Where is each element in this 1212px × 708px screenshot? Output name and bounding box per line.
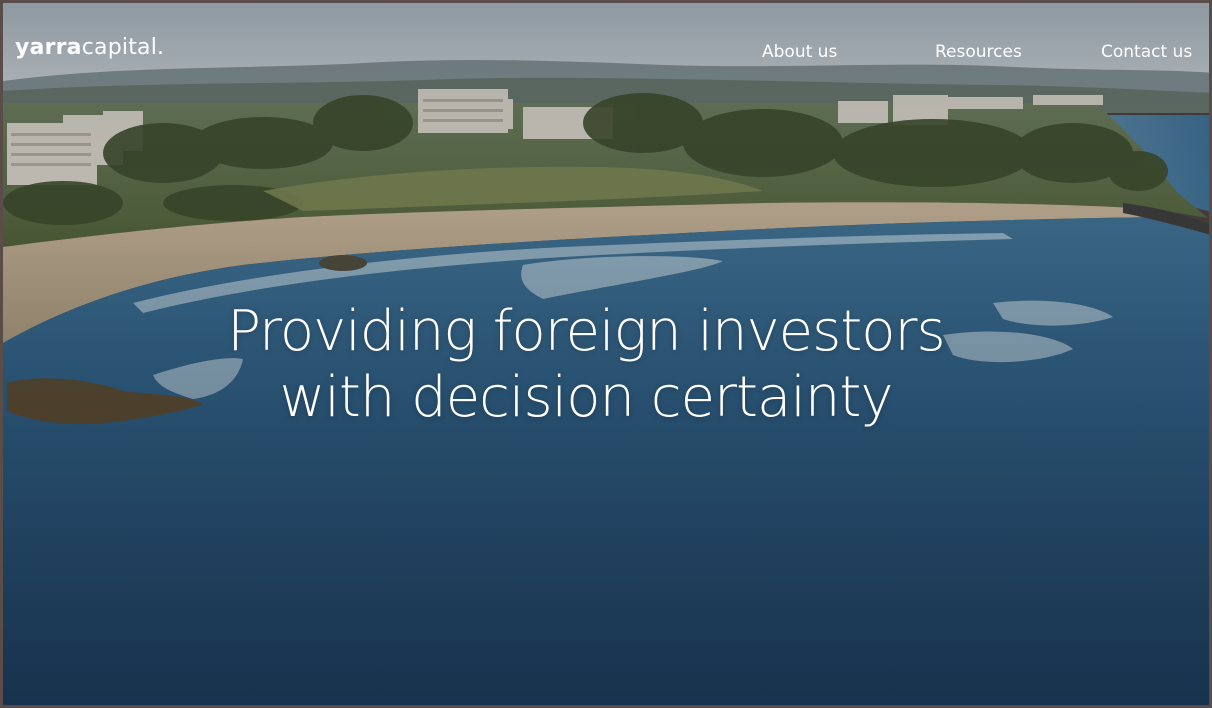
top-navigation: yarracapital. About us Resources Contact…: [3, 3, 1209, 93]
hero-headline-line-1: Providing foreign investors: [227, 299, 945, 364]
nav-contact-us-link[interactable]: Contact us: [1101, 42, 1192, 62]
browser-frame: yarracapital. About us Resources Contact…: [0, 0, 1212, 708]
nav-about-us-link[interactable]: About us: [762, 42, 837, 62]
hero-headline: Providing foreign investors with decisio…: [203, 299, 969, 431]
nav-resources-link[interactable]: Resources: [935, 42, 1022, 62]
nav-links: About us Resources Contact us: [3, 42, 1209, 66]
hero-headline-line-2: with decision certainty: [279, 365, 894, 430]
